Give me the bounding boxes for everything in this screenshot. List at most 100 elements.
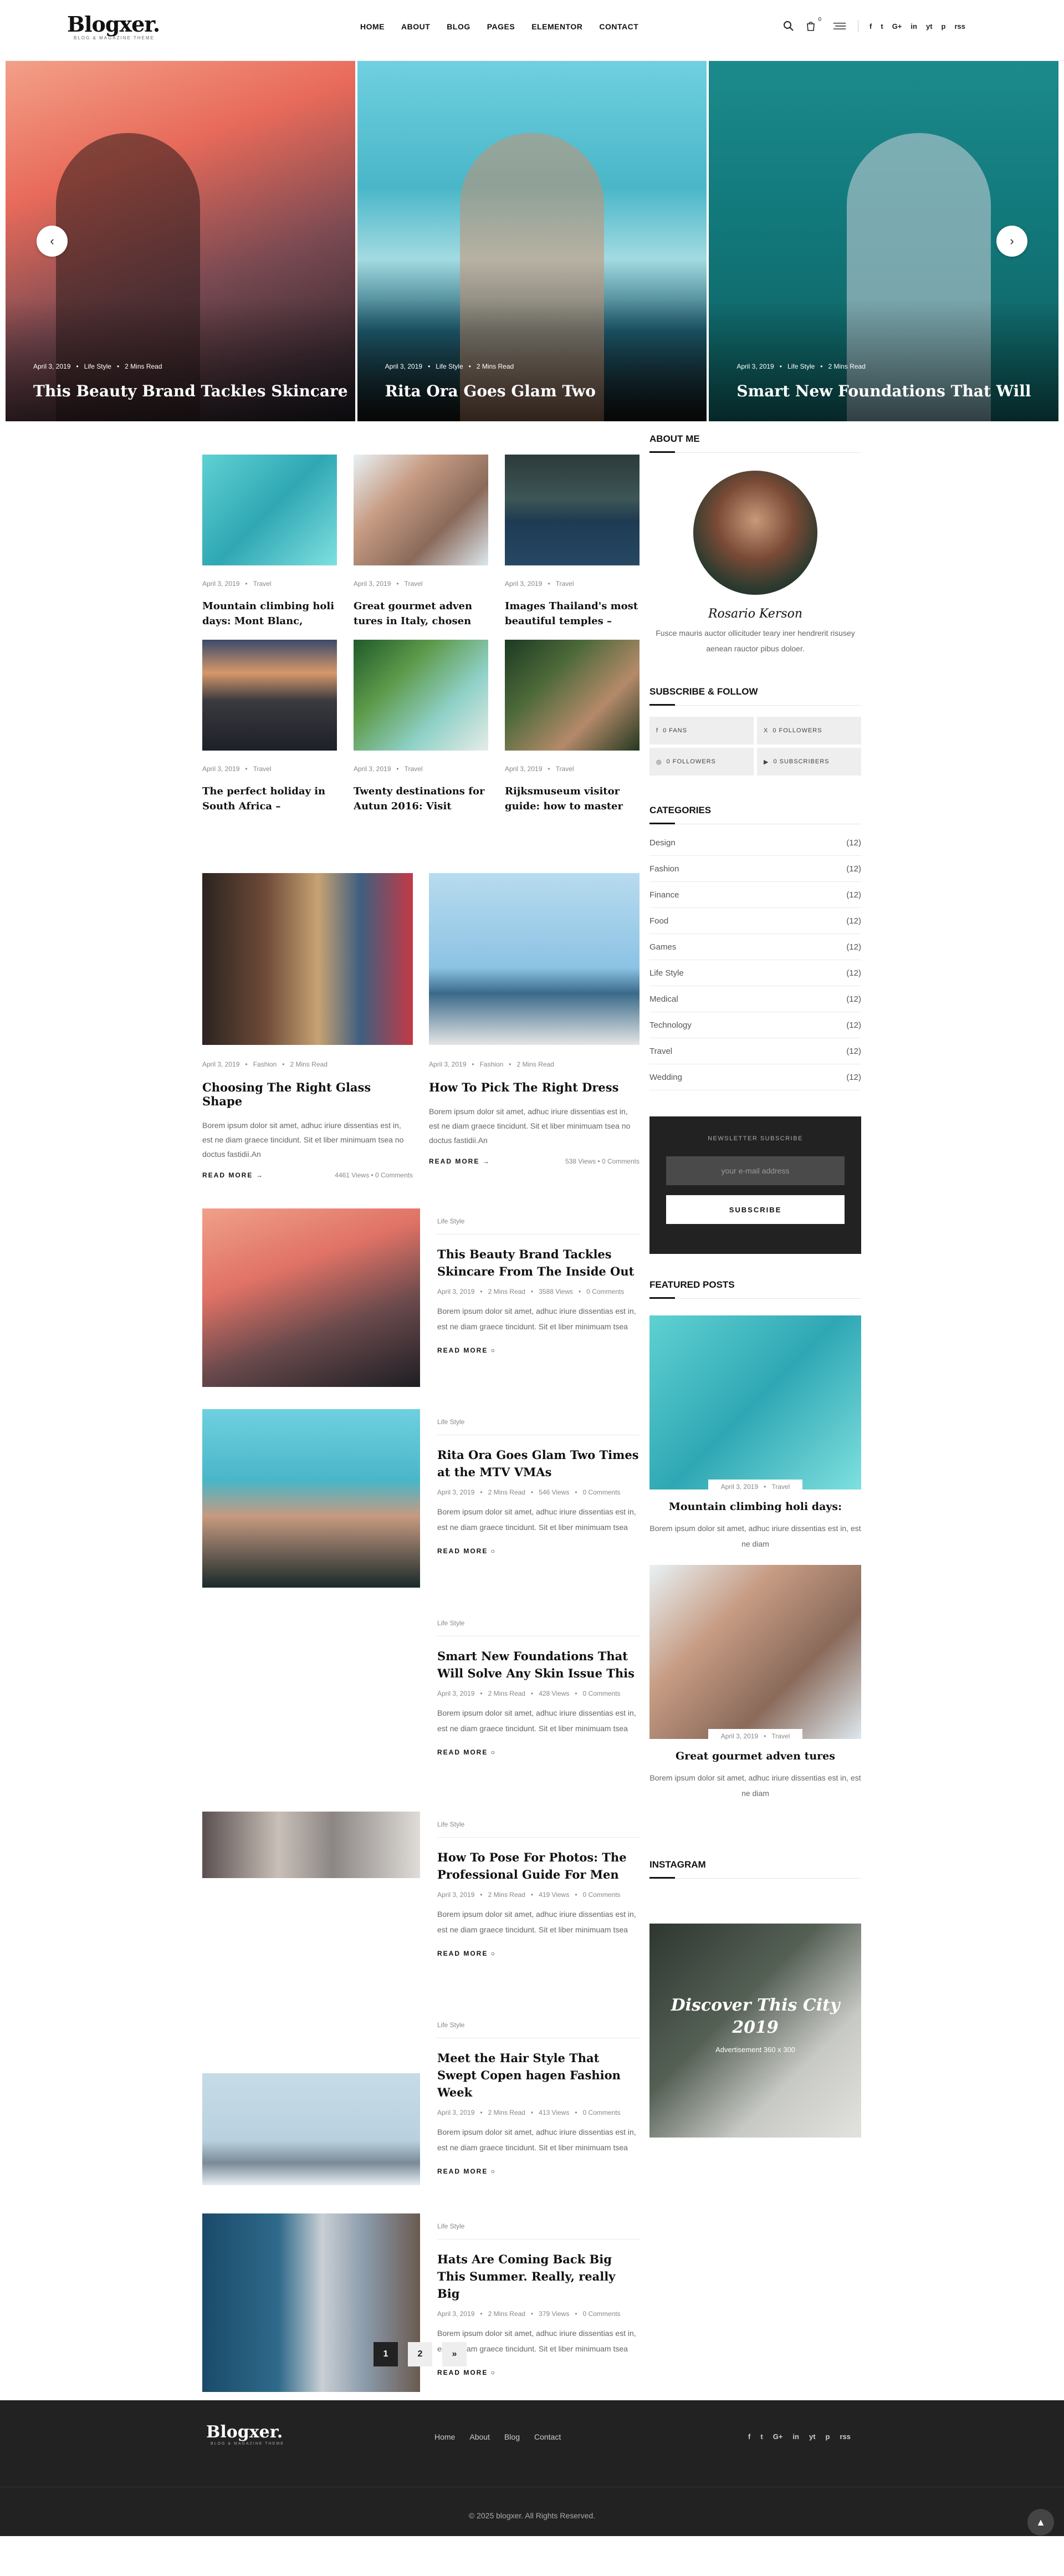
email-field[interactable]: your e-mail address (666, 1156, 845, 1185)
slider-next-icon[interactable]: › (996, 226, 1027, 257)
twitter-icon[interactable]: t (881, 22, 883, 30)
post-image[interactable] (354, 640, 488, 751)
list-post[interactable]: Life Style How To Pose For Photos: The P… (202, 1812, 640, 1992)
post-title[interactable]: Meet the Hair Style That Swept Copen hag… (437, 2049, 640, 2101)
read-more-link[interactable]: READ MORE → (429, 1157, 490, 1165)
footer-link-about[interactable]: About (469, 2432, 490, 2441)
rss-icon[interactable]: rss (954, 22, 965, 30)
grid-post[interactable]: April 3, 2019 • Travel Great gourmet adven… (354, 455, 488, 629)
post-image[interactable] (354, 455, 488, 565)
featured-post[interactable]: April 3, 2019 • Fashion • 2 Mins Read How To… (429, 873, 640, 1179)
post-title[interactable]: Choosing The Right Glass Shape (202, 1080, 413, 1108)
category-item[interactable]: Finance (12) (649, 882, 861, 908)
site-logo[interactable]: Blogxer. BLOG & MAGAZINE THEME (67, 12, 160, 41)
nav-contact[interactable]: CONTACT (599, 22, 638, 31)
post-title[interactable]: Rita Ora Goes Glam Two Times at the MTV … (437, 1446, 640, 1481)
grid-post[interactable]: April 3, 2019 • Travel Rijksmuseum visitor… (505, 640, 640, 814)
post-image[interactable] (505, 640, 640, 751)
grid-post[interactable]: April 3, 2019 • Travel The perfect holiday… (202, 640, 337, 814)
post-title[interactable]: Hats Are Coming Back Big This Summer. Re… (437, 2251, 640, 2302)
slide-title[interactable]: Smart New Foundations That Will (736, 382, 1031, 400)
google-plus-icon[interactable]: G+ (773, 2432, 783, 2441)
read-more-link[interactable]: READ MORE ○ (437, 1950, 640, 1957)
twitter-follow[interactable]: X0 FOLLOWERS (757, 717, 861, 744)
featured-sidebar-post[interactable]: April 3, 2019 • Travel Great gourmet adven… (649, 1565, 861, 1801)
youtube-icon[interactable]: yt (809, 2432, 816, 2441)
category-item[interactable]: Food (12) (649, 908, 861, 934)
post-title[interactable]: Rijksmuseum visitor guide: how to master… (505, 784, 640, 814)
list-post[interactable]: Life Style Smart New Foundations That Wi… (202, 1610, 640, 1791)
post-image[interactable] (202, 1409, 420, 1588)
post-title[interactable]: Images Thailand's most beautiful temples… (505, 599, 640, 629)
category-item[interactable]: Wedding (12) (649, 1064, 861, 1090)
cart-icon[interactable]: 0 (804, 17, 821, 33)
next-page-button[interactable]: » (442, 2342, 467, 2366)
twitter-icon[interactable]: t (760, 2432, 763, 2441)
category-item[interactable]: Technology (12) (649, 1012, 861, 1038)
post-title[interactable]: This Beauty Brand Tackles Skincare From … (437, 1246, 640, 1280)
post-image[interactable] (202, 455, 337, 565)
google-plus-icon[interactable]: G+ (892, 22, 902, 30)
footer-logo[interactable]: Blogxer. BLOG & MAGAZINE THEME (206, 2422, 284, 2446)
post-image[interactable] (202, 1812, 420, 1878)
post-image[interactable] (429, 873, 640, 1045)
post-image[interactable] (505, 455, 640, 565)
slider-prev-icon[interactable]: ‹ (37, 226, 68, 257)
pinterest-icon[interactable]: p (826, 2432, 830, 2441)
search-icon[interactable] (781, 19, 796, 33)
post-image[interactable] (202, 1208, 420, 1387)
subscribe-button[interactable]: SUBSCRIBE (666, 1195, 845, 1224)
instagram-follow[interactable]: ◎ 0 FOLLOWERS (649, 748, 754, 776)
grid-post[interactable]: April 3, 2019 • Travel Images Thailand's m… (505, 455, 640, 629)
facebook-icon[interactable]: f (869, 22, 872, 30)
nav-home[interactable]: HOME (360, 22, 385, 31)
post-title[interactable]: Great gourmet adven tures (649, 1750, 861, 1762)
post-title[interactable]: Smart New Foundations That Will Solve An… (437, 1647, 640, 1682)
slide-title[interactable]: This Beauty Brand Tackles Skincare (33, 382, 348, 400)
slide-title[interactable]: Rita Ora Goes Glam Two (385, 382, 596, 400)
facebook-icon[interactable]: f (748, 2432, 750, 2441)
post-image[interactable] (202, 873, 413, 1045)
menu-icon[interactable] (832, 19, 847, 33)
nav-about[interactable]: ABOUT (401, 22, 430, 31)
category-item[interactable]: Fashion (12) (649, 856, 861, 882)
linkedin-icon[interactable]: in (910, 22, 917, 30)
category-item[interactable]: Games (12) (649, 934, 861, 960)
advertisement-banner[interactable]: Discover This City 2019 Advertisement 36… (649, 1924, 861, 2138)
read-more-link[interactable]: READ MORE → (202, 1171, 264, 1179)
footer-link-blog[interactable]: Blog (504, 2432, 520, 2441)
post-image[interactable] (649, 1565, 861, 1739)
youtube-icon[interactable]: yt (926, 22, 933, 30)
nav-blog[interactable]: BLOG (447, 22, 470, 31)
post-title[interactable]: Twenty destinations for Autun 2016: Visi… (354, 784, 488, 814)
category-item[interactable]: Travel (12) (649, 1038, 861, 1064)
read-more-link[interactable]: READ MORE ○ (437, 1547, 640, 1555)
read-more-link[interactable]: READ MORE ○ (437, 1748, 640, 1756)
post-title[interactable]: Mountain climbing holi days: (649, 1501, 861, 1513)
page-2[interactable]: 2 (408, 2342, 432, 2366)
category-item[interactable]: Life Style (12) (649, 960, 861, 986)
youtube-follow[interactable]: ▶ 0 SUBSCRIBERS (757, 748, 861, 776)
post-title[interactable]: Great gourmet adven tures in Italy, chos… (354, 599, 488, 629)
category-item[interactable]: Medical (12) (649, 986, 861, 1012)
slide[interactable]: April 3, 2019 • Life Style • 2 Mins Read Rit… (357, 61, 707, 421)
rss-icon[interactable]: rss (840, 2432, 851, 2441)
post-image[interactable] (202, 2073, 420, 2185)
list-post[interactable]: Life Style Meet the Hair Style That Swep… (202, 2012, 640, 2192)
scroll-top-icon[interactable]: ▲ (1027, 2509, 1054, 2536)
facebook-follow[interactable]: f0 FANS (649, 717, 754, 744)
footer-link-home[interactable]: Home (434, 2432, 455, 2441)
grid-post[interactable]: April 3, 2019 • Travel Mountain climbing h… (202, 455, 337, 629)
post-title[interactable]: The perfect holiday in South Africa – (202, 784, 337, 814)
linkedin-icon[interactable]: in (792, 2432, 799, 2441)
grid-post[interactable]: April 3, 2019 • Travel Twenty destinations… (354, 640, 488, 814)
list-post[interactable]: Life Style Hats Are Coming Back Big This… (202, 2213, 640, 2394)
post-image[interactable] (202, 640, 337, 751)
read-more-link[interactable]: READ MORE ○ (437, 2167, 640, 2175)
read-more-link[interactable]: READ MORE ○ (437, 1346, 640, 1354)
read-more-link[interactable]: READ MORE ○ (437, 2369, 640, 2376)
pinterest-icon[interactable]: p (942, 22, 946, 30)
nav-pages[interactable]: PAGES (487, 22, 515, 31)
category-item[interactable]: Design (12) (649, 830, 861, 856)
featured-sidebar-post[interactable]: April 3, 2019 • Travel Mountain climbing h… (649, 1315, 861, 1552)
